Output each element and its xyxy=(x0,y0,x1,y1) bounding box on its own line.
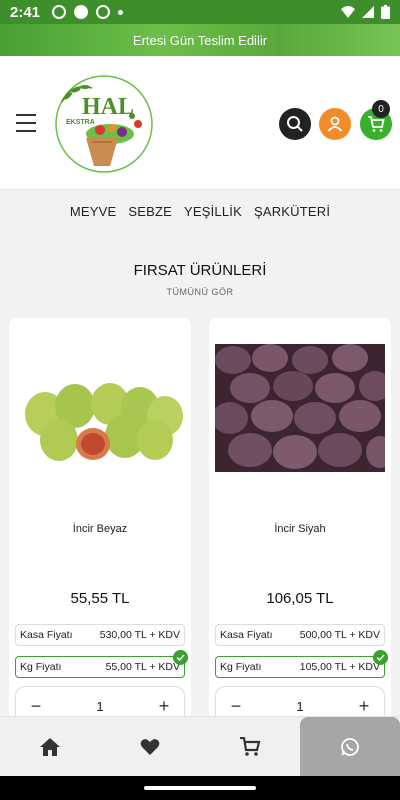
see-all-link[interactable]: TÜMÜNÜ GÖR xyxy=(0,287,400,297)
nav-item-sarkuteri[interactable]: ŞARKÜTERİ xyxy=(254,204,330,219)
cart-count-badge: 0 xyxy=(372,100,390,118)
whatsapp-icon xyxy=(341,737,359,756)
menu-line-icon xyxy=(16,122,36,124)
category-nav: MEYVE SEBZE YEŞİLLİK ŞARKÜTERİ xyxy=(0,204,400,219)
home-tab[interactable] xyxy=(0,717,100,776)
svg-text:EKSTRA: EKSTRA xyxy=(66,119,95,126)
status-bar: 2:41 xyxy=(0,0,400,24)
quantity-value: 1 xyxy=(96,698,104,714)
kg-price-value: 55,00 TL + KDV xyxy=(105,661,180,673)
kasa-price-option[interactable]: Kasa Fiyatı 500,00 TL + KDV xyxy=(215,624,385,646)
kg-price-option[interactable]: Kg Fiyatı 105,00 TL + KDV xyxy=(215,650,388,678)
product-image[interactable] xyxy=(15,344,185,472)
selected-check-icon xyxy=(373,650,388,665)
decrease-quantity-button[interactable]: − xyxy=(228,696,244,717)
increase-quantity-button[interactable]: + xyxy=(156,696,172,717)
system-gesture-bar xyxy=(0,776,400,800)
delivery-banner: Ertesi Gün Teslim Edilir xyxy=(0,24,400,56)
kg-price-label: Kg Fiyatı xyxy=(220,661,262,673)
account-button[interactable] xyxy=(319,108,351,140)
product-card[interactable]: İncir Beyaz 55,55 TL Kasa Fiyatı 530,00 … xyxy=(9,318,191,738)
favorites-tab[interactable] xyxy=(100,717,200,776)
header: HAL EKSTRA 0 xyxy=(0,56,400,190)
home-gesture-handle[interactable] xyxy=(144,786,256,790)
product-price: 55,55 TL xyxy=(70,590,130,607)
user-icon xyxy=(327,116,343,132)
battery-icon xyxy=(381,5,390,19)
kg-price-option[interactable]: Kg Fiyatı 55,00 TL + KDV xyxy=(15,650,188,678)
product-price: 106,05 TL xyxy=(266,590,334,607)
logo[interactable]: HAL EKSTRA xyxy=(52,72,156,176)
product-name[interactable]: İncir Siyah xyxy=(209,523,391,535)
heart-icon xyxy=(140,738,160,755)
menu-line-icon xyxy=(16,130,36,132)
product-image[interactable] xyxy=(215,344,385,472)
signal-icon xyxy=(362,6,374,18)
home-icon xyxy=(40,737,60,756)
more-notifications-icon xyxy=(118,9,124,15)
menu-button[interactable] xyxy=(16,114,36,132)
kg-price-value: 105,00 TL + KDV xyxy=(299,661,380,673)
search-icon xyxy=(287,116,303,132)
kasa-price-label: Kasa Fiyatı xyxy=(220,629,273,641)
whatsapp-tab[interactable] xyxy=(300,717,400,776)
status-time: 2:41 xyxy=(10,3,41,21)
kasa-price-value: 500,00 TL + KDV xyxy=(299,629,380,641)
product-card[interactable]: İncir Siyah 106,05 TL Kasa Fiyatı 500,00… xyxy=(209,318,391,738)
selected-check-icon xyxy=(173,650,188,665)
nav-item-meyve[interactable]: MEYVE xyxy=(70,204,117,219)
cart-tab[interactable] xyxy=(200,717,300,776)
search-button[interactable] xyxy=(279,108,311,140)
kasa-price-value: 530,00 TL + KDV xyxy=(99,629,180,641)
notification-icon xyxy=(74,5,89,19)
menu-line-icon xyxy=(16,114,36,116)
info-icon xyxy=(52,5,67,19)
bottom-nav xyxy=(0,716,400,776)
cart-icon xyxy=(240,736,261,756)
nav-item-sebze[interactable]: SEBZE xyxy=(128,204,172,219)
kg-price-label: Kg Fiyatı xyxy=(20,661,62,673)
increase-quantity-button[interactable]: + xyxy=(356,696,372,717)
quantity-value: 1 xyxy=(296,698,304,714)
delivery-banner-text: Ertesi Gün Teslim Edilir xyxy=(132,32,268,48)
section-title: FIRSAT ÜRÜNLERİ xyxy=(133,262,267,279)
kasa-price-option[interactable]: Kasa Fiyatı 530,00 TL + KDV xyxy=(15,624,185,646)
wifi-icon xyxy=(341,6,355,18)
product-name[interactable]: İncir Beyaz xyxy=(9,523,191,535)
kasa-price-label: Kasa Fiyatı xyxy=(20,629,73,641)
shield-icon xyxy=(96,5,111,19)
svg-text:HAL: HAL xyxy=(82,94,134,120)
nav-item-yesillik[interactable]: YEŞİLLİK xyxy=(184,204,242,219)
decrease-quantity-button[interactable]: − xyxy=(28,696,44,717)
